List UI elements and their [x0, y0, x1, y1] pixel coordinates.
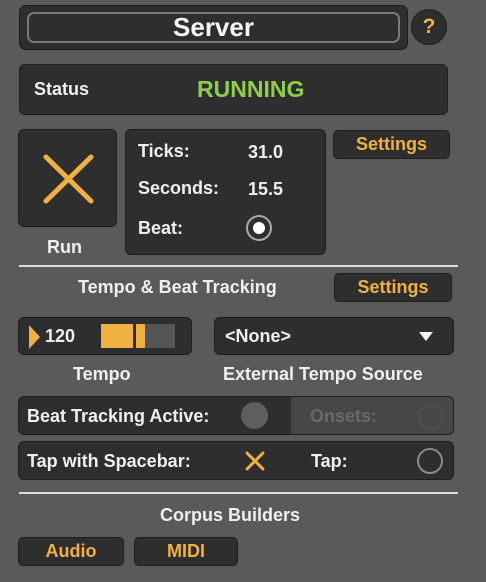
audio-button[interactable]: Audio	[18, 537, 124, 566]
help-icon: ?	[422, 15, 436, 38]
status-label: Status	[34, 79, 90, 99]
beat-tracking-toggle[interactable]	[241, 402, 268, 429]
midi-button[interactable]: MIDI	[134, 537, 238, 566]
run-label: Run	[47, 237, 82, 257]
onsets-disabled-area: Onsets:	[291, 397, 453, 434]
help-button[interactable]: ?	[411, 9, 447, 45]
tempo-slider-fill	[101, 324, 145, 348]
beat-tracking-label: Beat Tracking Active:	[27, 406, 210, 426]
tap-spacebar-toggle-x-icon[interactable]	[245, 451, 265, 471]
x-icon	[43, 154, 94, 204]
tempo-section-title: Tempo & Beat Tracking	[78, 277, 277, 297]
status-value: RUNNING	[197, 76, 305, 102]
tempo-value: 120	[45, 326, 76, 346]
status-panel: Status RUNNING	[19, 64, 448, 115]
onsets-indicator	[418, 404, 444, 430]
ticks-label: Ticks:	[138, 141, 190, 161]
beat-label: Beat:	[138, 218, 184, 238]
external-tempo-value: <None>	[225, 326, 292, 346]
tap-label: Tap:	[311, 451, 348, 471]
beat-tracking-panel: Beat Tracking Active: Onsets:	[18, 396, 454, 435]
corpus-title: Corpus Builders	[160, 505, 301, 525]
external-tempo-dropdown[interactable]: <None>	[214, 317, 454, 355]
seconds-value: 15.5	[248, 179, 284, 199]
tempo-slider-handle[interactable]	[133, 324, 136, 348]
chevron-down-icon	[419, 332, 433, 341]
transport-settings-button[interactable]: Settings	[333, 130, 450, 159]
onsets-label: Onsets:	[310, 406, 378, 426]
tempo-settings-button[interactable]: Settings	[334, 273, 452, 302]
divider-bottom	[19, 492, 458, 494]
transport-info-panel: Ticks: 31.0 Seconds: 15.5 Beat:	[125, 129, 326, 255]
ticks-value: 31.0	[248, 142, 284, 162]
beat-indicator	[246, 215, 272, 241]
tempo-slider[interactable]	[101, 324, 175, 348]
seconds-label: Seconds:	[138, 178, 220, 198]
external-tempo-label: External Tempo Source	[223, 364, 423, 384]
tempo-number-box[interactable]: 120	[18, 317, 192, 355]
tap-indicator[interactable]	[417, 448, 443, 474]
title-bar: Server	[19, 5, 408, 50]
tap-spacebar-label: Tap with Spacebar:	[27, 451, 191, 471]
run-button[interactable]	[18, 129, 117, 227]
tap-panel: Tap with Spacebar: Tap:	[18, 441, 454, 480]
tempo-label: Tempo	[73, 364, 131, 384]
divider-top	[19, 265, 458, 267]
play-triangle-icon	[29, 325, 40, 349]
page-title: Server	[27, 12, 400, 43]
